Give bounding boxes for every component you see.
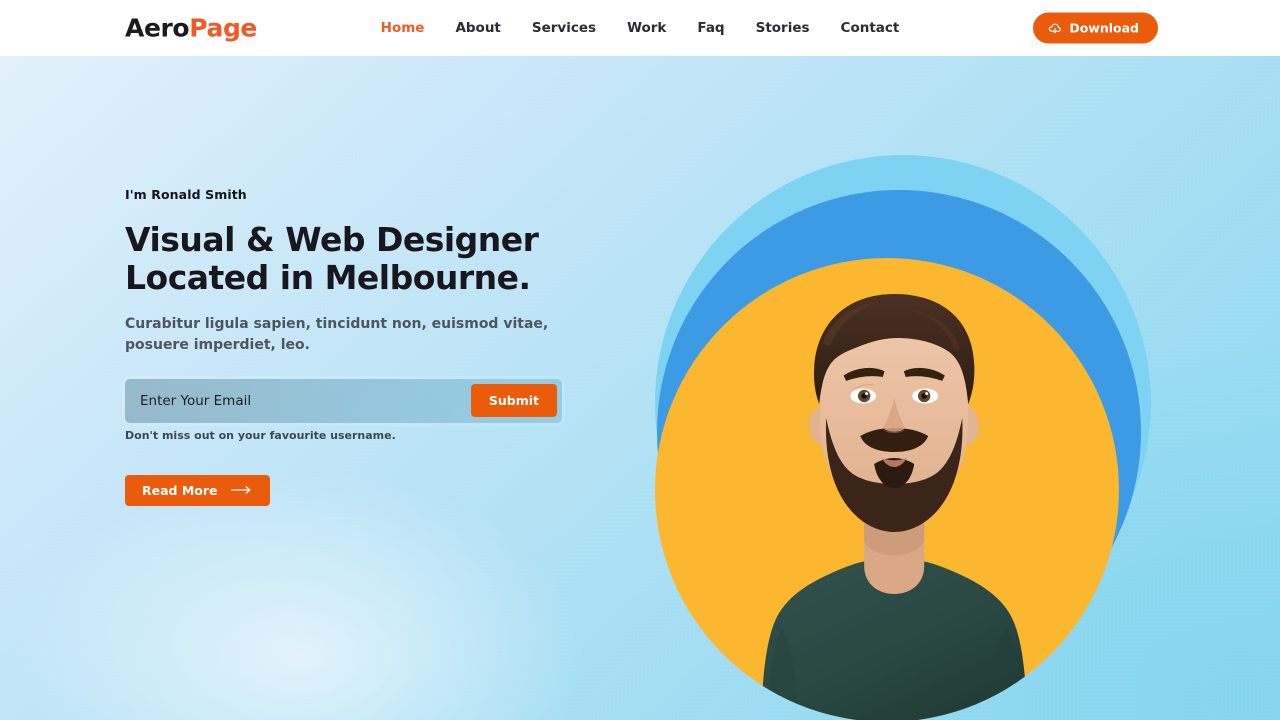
email-input[interactable] [125,383,471,418]
arrow-right-icon [230,485,253,495]
cloud-download-icon [1048,21,1062,35]
read-more-button[interactable]: Read More [125,474,270,506]
hero-subtitle: Curabitur ligula sapien, tincidunt non, … [125,315,549,354]
hero-visual [655,155,1151,720]
hero-headline: Visual & Web Designer Located in Melbour… [125,220,539,298]
download-button[interactable]: Download [1033,12,1158,44]
download-button-label: Download [1069,20,1139,36]
email-signup-form: Submit [125,378,562,423]
hero-eyebrow: I'm Ronald Smith [125,187,247,202]
nav-item-home[interactable]: Home [381,20,425,36]
form-helper-text: Don't miss out on your favourite usernam… [125,428,396,442]
portrait-image [761,294,1046,720]
nav-item-contact[interactable]: Contact [841,20,900,36]
decorative-circle-inner [655,258,1119,720]
main-navigation: Home About Services Work Faq Stories Con… [381,20,900,36]
nav-item-stories[interactable]: Stories [756,20,810,36]
nav-item-services[interactable]: Services [532,20,596,36]
site-header: AeroPage Home About Services Work Faq St… [0,0,1280,56]
hero-section: I'm Ronald Smith Visual & Web Designer L… [0,56,1280,720]
nav-item-work[interactable]: Work [627,20,666,36]
logo-text-primary: Aero [125,13,190,43]
hero-content: I'm Ronald Smith Visual & Web Designer L… [125,187,685,506]
logo-text-accent: Page [189,13,257,43]
site-logo[interactable]: AeroPage [125,14,257,43]
read-more-label: Read More [142,482,218,498]
nav-item-faq[interactable]: Faq [697,20,724,36]
nav-item-about[interactable]: About [455,20,500,36]
submit-button[interactable]: Submit [470,384,557,418]
